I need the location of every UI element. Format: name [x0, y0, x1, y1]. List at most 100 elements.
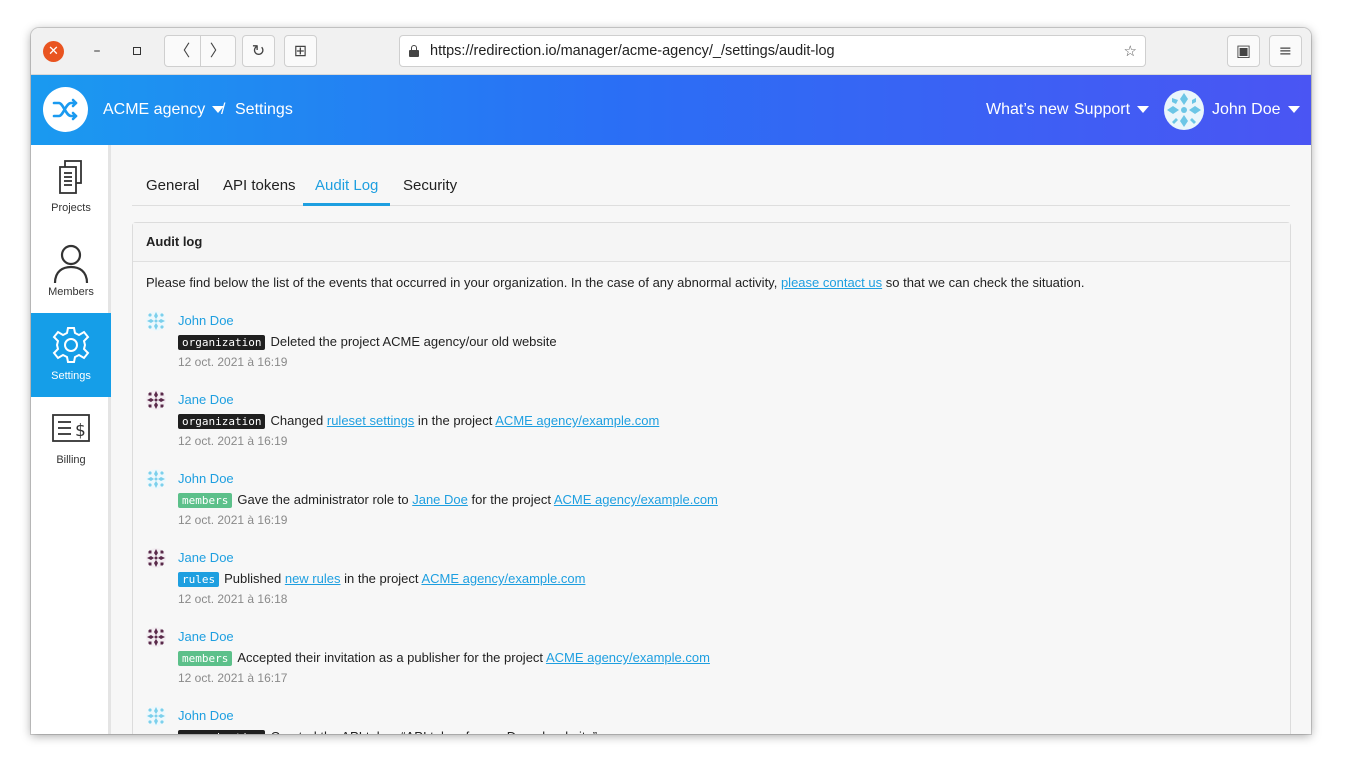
app-logo[interactable] — [43, 87, 88, 132]
event-description: rules Published new rules in the project … — [178, 571, 585, 587]
audit-event: Jane Doe rules Published new rules in the … — [146, 548, 1266, 623]
event-user-link[interactable]: Jane Doe — [178, 550, 234, 565]
sidebar-item-projects[interactable]: Projects — [31, 145, 111, 229]
event-text: in the project — [414, 413, 496, 428]
event-text: in the project — [340, 571, 422, 586]
event-date: 12 oct. 2021 à 16:19 — [178, 513, 288, 527]
bookmark-star-icon[interactable]: ☆ — [1124, 36, 1137, 66]
maximize-icon — [133, 47, 141, 55]
user-menu[interactable]: John Doe — [1212, 75, 1300, 145]
browser-toolbar: ✕ – 〈 〉 ↻ ⊞ https://redirection.io/manag… — [31, 28, 1311, 75]
event-link[interactable]: Jane Doe — [412, 492, 468, 507]
tab-api-tokens[interactable]: API tokens — [211, 171, 308, 206]
tab-security[interactable]: Security — [391, 171, 469, 206]
event-link[interactable]: ACME agency/example.com — [554, 492, 718, 507]
event-description: members Accepted their invitation as a pu… — [178, 650, 710, 666]
event-user-link[interactable]: John Doe — [178, 471, 234, 486]
user-name: John Doe — [1212, 101, 1281, 118]
event-user-link[interactable]: Jane Doe — [178, 629, 234, 644]
container-button[interactable]: ▣ — [1227, 35, 1260, 67]
event-tag-members: members — [178, 651, 233, 666]
members-icon — [53, 244, 89, 284]
sidebar-label-projects: Projects — [51, 202, 91, 214]
audit-event: John Doe organization Created the API toke… — [146, 706, 1266, 734]
caret-down-icon — [1287, 106, 1300, 114]
event-description: organization Created the API token “API t… — [178, 729, 597, 734]
contact-us-link[interactable]: please contact us — [781, 275, 882, 290]
intro-text: Please find below the list of the events… — [146, 275, 1084, 290]
history-nav: 〈 〉 — [164, 35, 236, 67]
whats-new-link[interactable]: What’s new — [986, 75, 1068, 145]
event-tag-organization: organization — [178, 414, 266, 429]
sidebar-item-billing[interactable]: $ Billing — [31, 397, 111, 481]
user-avatar[interactable] — [1164, 90, 1204, 130]
shuffle-icon — [52, 98, 78, 121]
user-avatar — [146, 390, 166, 410]
svg-text:$: $ — [75, 421, 86, 441]
user-avatar — [146, 627, 166, 647]
organization-switcher[interactable]: ACME agency — [103, 75, 225, 145]
event-date: 12 oct. 2021 à 16:19 — [178, 434, 288, 448]
browser-menu-button[interactable]: ≡ — [1269, 35, 1302, 67]
event-date: 12 oct. 2021 à 16:18 — [178, 592, 288, 606]
event-link[interactable]: new rules — [285, 571, 341, 586]
event-text: for the project — [467, 492, 554, 507]
audit-event: Jane Doe members Accepted their invitation… — [146, 627, 1266, 702]
event-tag-organization: organization — [178, 335, 266, 350]
caret-down-icon — [1137, 106, 1150, 114]
user-avatar — [146, 469, 166, 489]
app-header: ACME agency / Settings What’s new Suppor… — [31, 75, 1311, 145]
event-user-link[interactable]: John Doe — [178, 313, 234, 328]
address-bar[interactable]: https://redirection.io/manager/acme-agen… — [399, 35, 1146, 67]
new-tab-button[interactable]: ⊞ — [284, 35, 317, 67]
event-text: Gave the administrator role to — [237, 492, 413, 507]
event-link[interactable]: ruleset settings — [327, 413, 414, 428]
browser-window: ✕ – 〈 〉 ↻ ⊞ https://redirection.io/manag… — [31, 28, 1311, 734]
sidebar-item-members[interactable]: Members — [31, 229, 111, 313]
intro-text-after: so that we can check the situation. — [882, 275, 1085, 290]
main-content: General API tokens Audit Log Security Au… — [114, 145, 1311, 734]
settings-icon — [52, 327, 90, 363]
event-tag-rules: rules — [178, 572, 220, 587]
audit-event: Jane Doe organization Changed ruleset sett… — [146, 390, 1266, 465]
tab-audit-log[interactable]: Audit Log — [303, 171, 391, 206]
tab-general[interactable]: General — [134, 171, 211, 206]
event-link[interactable]: ACME agency/example.com — [546, 650, 710, 665]
window-maximize-button[interactable] — [126, 40, 148, 62]
window-minimize-button[interactable]: – — [86, 40, 108, 62]
event-tag-members: members — [178, 493, 233, 508]
breadcrumb-current[interactable]: Settings — [235, 75, 293, 145]
sidebar-item-settings[interactable]: Settings — [31, 313, 111, 397]
event-description: organization Changed ruleset settings in … — [178, 413, 659, 429]
forward-button[interactable]: 〉 — [201, 36, 236, 66]
event-link[interactable]: ACME agency/example.com — [495, 413, 659, 428]
organization-name: ACME agency — [103, 101, 206, 118]
audit-event: John Doe members Gave the administrator ro… — [146, 469, 1266, 544]
event-link[interactable]: ACME agency/example.com — [421, 571, 585, 586]
window-close-button[interactable]: ✕ — [43, 41, 64, 62]
support-menu[interactable]: Support — [1074, 75, 1150, 145]
event-text: Published — [224, 571, 285, 586]
event-user-link[interactable]: Jane Doe — [178, 392, 234, 407]
user-avatar — [146, 548, 166, 568]
projects-icon — [59, 160, 82, 194]
event-date: 12 oct. 2021 à 16:19 — [178, 355, 288, 369]
event-text: Created the API token “API token for our… — [270, 729, 597, 734]
url-text[interactable]: https://redirection.io/manager/acme-agen… — [430, 36, 835, 66]
audit-log-panel: Audit log Please find below the list of … — [132, 222, 1291, 734]
back-button[interactable]: 〈 — [165, 36, 201, 66]
intro-text-before: Please find below the list of the events… — [146, 275, 781, 290]
reload-button[interactable]: ↻ — [242, 35, 275, 67]
event-description: members Gave the administrator role to Ja… — [178, 492, 718, 508]
event-user-link[interactable]: John Doe — [178, 708, 234, 723]
event-text: Deleted the project ACME agency/our old … — [270, 334, 557, 349]
lock-icon — [408, 45, 420, 57]
event-text: Changed — [270, 413, 327, 428]
audit-event: John Doe organization Deleted the project … — [146, 311, 1266, 386]
event-description: organization Deleted the project ACME age… — [178, 334, 557, 350]
sidebar-label-billing: Billing — [56, 454, 86, 466]
event-date: 12 oct. 2021 à 16:17 — [178, 671, 288, 685]
breadcrumb-separator: / — [221, 101, 226, 118]
user-avatar — [146, 311, 166, 331]
billing-icon: $ — [52, 414, 90, 442]
